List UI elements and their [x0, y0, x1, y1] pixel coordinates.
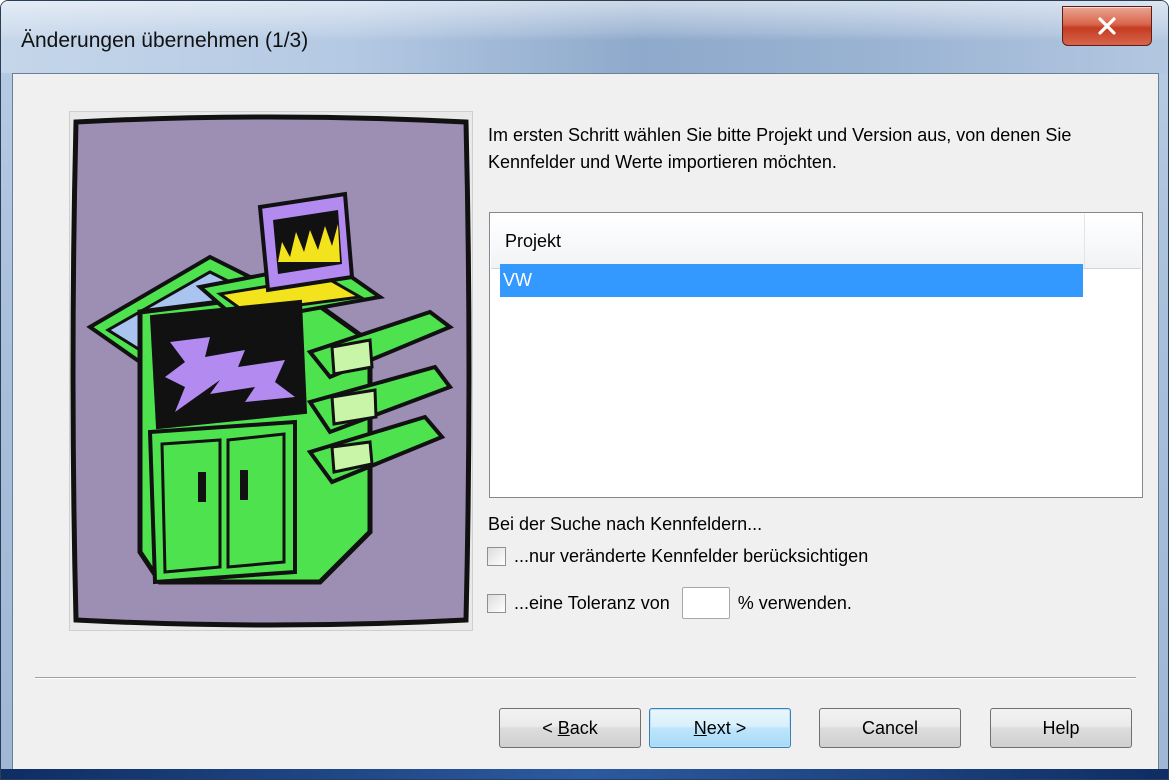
changed-only-label: ...nur veränderte Kennfelder berücksicht… [514, 546, 869, 566]
title-bar[interactable]: Änderungen übernehmen (1/3) [1, 1, 1168, 73]
back-button-prefix: < [542, 717, 558, 738]
search-options-label: Bei der Suche nach Kennfeldern... [488, 514, 763, 534]
help-button[interactable]: Help [990, 708, 1132, 748]
column-header-projekt[interactable]: Projekt [491, 214, 1085, 268]
next-button[interactable]: Next > [649, 708, 791, 748]
printer-copier-icon [70, 114, 472, 628]
close-icon [1098, 17, 1116, 35]
tolerance-unit-label: % verwenden. [737, 592, 852, 613]
list-header: Projekt [491, 214, 1141, 269]
tolerance-input[interactable] [681, 587, 730, 619]
close-button[interactable] [1062, 6, 1152, 46]
back-button-rest: ack [569, 717, 598, 738]
next-button-mnemonic: N [693, 717, 707, 738]
changed-only-checkbox[interactable] [487, 547, 506, 566]
project-list[interactable]: Projekt VW [489, 212, 1143, 498]
dialog-client-area: Im ersten Schritt wählen Sie bitte Proje… [12, 73, 1159, 771]
separator [35, 677, 1136, 679]
tolerance-label: ...eine Toleranz von [514, 592, 670, 613]
dialog-window: Änderungen übernehmen (1/3) Im ersten Sc… [0, 0, 1169, 780]
changed-only-option[interactable]: ...nur veränderte Kennfelder berücksicht… [487, 546, 868, 567]
tolerance-checkbox[interactable] [487, 593, 506, 613]
instruction-text: Im ersten Schritt wählen Sie bitte Proje… [488, 125, 1072, 172]
back-button-mnemonic: B [557, 717, 570, 738]
illustration-panel [69, 111, 473, 631]
back-button[interactable]: < Back [499, 708, 641, 748]
window-frame-bottom [1, 769, 1168, 779]
next-button-rest: ext > [706, 717, 747, 738]
tolerance-option[interactable]: ...eine Toleranz von % verwenden. [487, 587, 852, 619]
list-item[interactable]: VW [500, 264, 1083, 297]
cancel-button[interactable]: Cancel [819, 708, 961, 748]
window-title: Änderungen übernehmen (1/3) [21, 29, 309, 52]
